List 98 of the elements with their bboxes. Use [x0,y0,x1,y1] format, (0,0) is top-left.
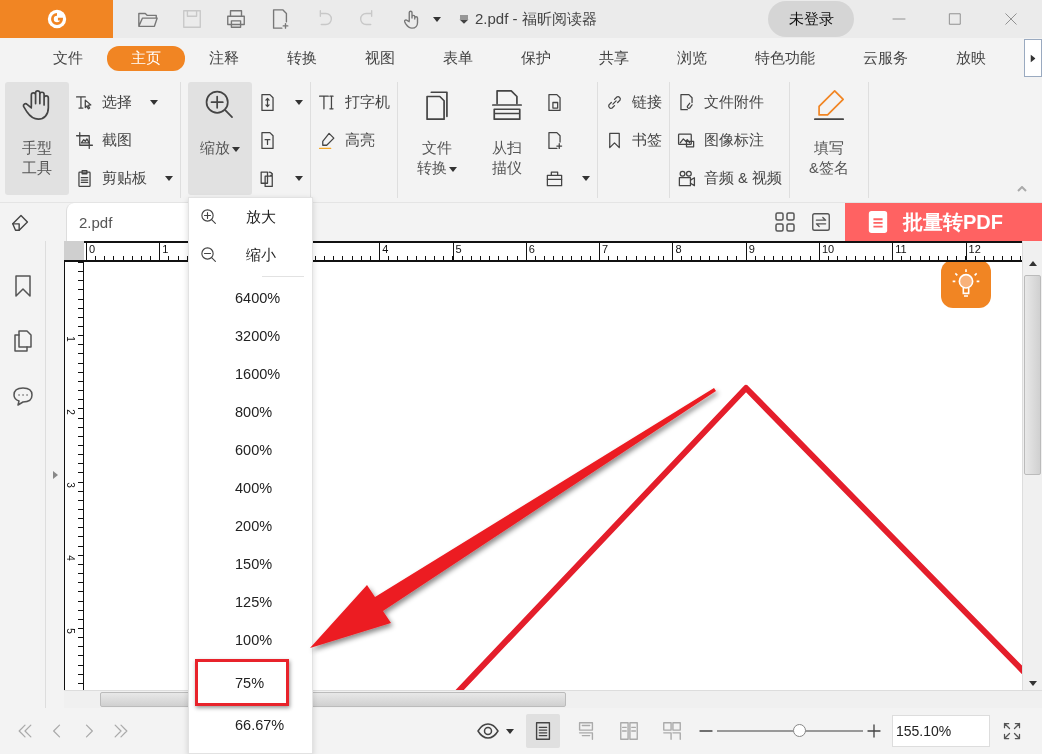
menu-tab[interactable]: 注释 [185,45,263,71]
menu-tab[interactable]: 共享 [575,45,653,71]
menu-item[interactable]: 125% [189,583,312,621]
document-icon [867,209,889,235]
ruler-number: 3 [64,482,75,488]
ribbon-button[interactable]: 图像标注 [677,125,782,155]
crop-icon [75,130,94,150]
menu-tab[interactable]: 转换 [263,45,341,71]
ruler-number: 6 [527,243,535,256]
scroll-thumb[interactable] [1024,275,1041,475]
attachment-icon [677,92,696,112]
ribbon-button[interactable]: 链接 [605,87,662,117]
ribbon-button[interactable]: 填写 &签名 [796,82,861,195]
customize-icon[interactable] [459,14,469,24]
menu-item[interactable]: 100% [189,621,312,659]
login-button[interactable]: 未登录 [768,1,854,37]
menu-tab[interactable]: 视图 [341,45,419,71]
ruler-number: 7 [601,243,609,256]
continuous-facing-icon [661,720,683,742]
page-text-icon [258,130,277,150]
ribbon-button[interactable]: 截图 [75,125,173,155]
menu-tab[interactable]: 表单 [419,45,497,71]
zoom-out-icon [200,246,218,264]
highlighter-icon [318,130,337,150]
window-title: 2.pdf - 福昕阅读器 [475,9,597,29]
close-icon[interactable] [1002,10,1020,28]
menu-item[interactable]: 150% [189,545,312,583]
menu-item[interactable]: 66.67% [189,706,312,744]
pen-icon [811,88,846,122]
clipboard-icon [75,168,94,188]
page-fit-icon [258,92,277,112]
scanner-icon [490,88,524,122]
ruler-number: 9 [747,243,755,256]
tip-button[interactable] [941,262,991,308]
ribbon-button[interactable]: 选择 [75,87,173,117]
menu-tab[interactable]: 保护 [497,45,575,71]
ribbon-button[interactable]: 文件附件 [677,87,782,117]
fullscreen-icon[interactable] [1002,721,1022,741]
menu-item[interactable]: 6400% [189,279,312,317]
ribbon-button[interactable]: 手型工具 [5,82,69,195]
ribbon-button[interactable]: 剪贴板 [75,163,173,193]
menu-tab[interactable]: 云服务 [839,45,932,71]
slider-thumb[interactable] [792,724,806,737]
menu-item[interactable]: 400% [189,469,312,507]
ribbon-button[interactable]: 高亮 [318,125,390,155]
maximize-icon[interactable] [946,10,964,28]
view-mode-button[interactable] [526,714,560,748]
ribbon-button[interactable]: 从扫描仪 [475,82,539,195]
scroll-down-icon[interactable] [1028,681,1037,686]
ruler-number: 0 [88,243,96,256]
ribbon-button[interactable]: 音频 & 视频 [677,163,782,193]
menu-tab[interactable]: 文件 [29,45,107,71]
menu-item[interactable]: 3200% [189,317,312,355]
ribbon-button[interactable]: 文件转换 [405,82,469,195]
menu-tab[interactable]: 特色功能 [731,45,839,71]
menu-tab[interactable]: 放映 [932,45,1010,71]
document-add-icon [545,130,564,150]
ribbon-button[interactable]: 打字机 [318,87,390,117]
ribbon-button[interactable]: 书签 [605,125,662,155]
zoom-in-icon [200,208,218,226]
vertical-scrollbar[interactable] [1022,241,1042,690]
menu-item[interactable]: 1600% [189,355,312,393]
ruler-number: 12 [967,243,981,256]
menu-item[interactable]: 200% [189,507,312,545]
logo-icon [45,8,68,30]
ruler-number: 10 [821,243,835,256]
caret-icon [433,16,441,22]
ruler-number: 11 [894,243,907,256]
scroll-tabs-button[interactable] [1024,39,1042,77]
collapse-icon[interactable] [1017,186,1027,192]
ruler-number: 4 [64,555,75,561]
ruler-number: 1 [161,243,169,256]
caret-icon [506,728,514,734]
ribbon-button[interactable]: 缩放 [188,82,252,195]
document-lock-icon [545,92,564,112]
ruler-number: 5 [454,243,462,256]
facing-pages-icon [618,720,640,742]
grid-icon[interactable] [773,210,797,234]
app-logo[interactable] [0,0,113,38]
menu-tab[interactable]: 浏览 [653,45,731,71]
ruler-number: 5 [64,628,75,634]
scroll-up-icon[interactable] [1028,261,1037,266]
caret-icon [1030,54,1036,62]
ruler-number: 2 [64,409,75,415]
menu-item[interactable]: 600% [189,431,312,469]
comment-icon[interactable] [10,384,35,408]
zoom-field[interactable]: 155.10% [892,715,990,747]
expand-icon[interactable] [52,470,58,479]
ruler-number: 8 [674,243,682,256]
swap-icon[interactable] [810,211,832,233]
menu-item[interactable]: 800% [189,393,312,431]
video-camera-icon [677,168,696,188]
lightbulb-icon [950,268,982,300]
print-icon[interactable] [225,8,247,30]
plus-icon[interactable] [866,723,882,739]
ruler-number: 1 [64,336,75,342]
menu-item[interactable]: 75% [195,659,289,706]
ruler-number: 4 [381,243,389,256]
